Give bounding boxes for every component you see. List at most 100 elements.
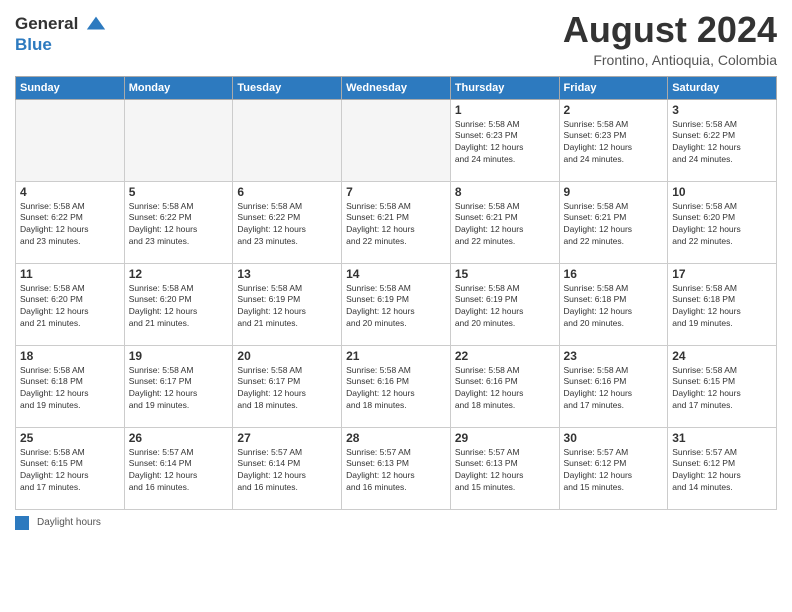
calendar-cell: 28 Sunrise: 5:57 AM Sunset: 6:13 PM Dayli… <box>342 427 451 509</box>
day-info: Sunrise: 5:58 AM Sunset: 6:16 PM Dayligh… <box>346 365 446 413</box>
calendar-cell: 10 Sunrise: 5:58 AM Sunset: 6:20 PM Dayli… <box>668 181 777 263</box>
day-info: Sunrise: 5:58 AM Sunset: 6:17 PM Dayligh… <box>129 365 229 413</box>
day-number: 10 <box>672 185 772 199</box>
calendar-cell: 21 Sunrise: 5:58 AM Sunset: 6:16 PM Dayli… <box>342 345 451 427</box>
week-row-5: 25 Sunrise: 5:58 AM Sunset: 6:15 PM Dayli… <box>16 427 777 509</box>
day-info: Sunrise: 5:58 AM Sunset: 6:20 PM Dayligh… <box>129 283 229 331</box>
day-number: 23 <box>564 349 664 363</box>
day-info: Sunrise: 5:58 AM Sunset: 6:16 PM Dayligh… <box>455 365 555 413</box>
day-header-sunday: Sunday <box>16 76 125 99</box>
day-info: Sunrise: 5:57 AM Sunset: 6:12 PM Dayligh… <box>672 447 772 495</box>
day-number: 4 <box>20 185 120 199</box>
day-number: 11 <box>20 267 120 281</box>
day-number: 21 <box>346 349 446 363</box>
day-info: Sunrise: 5:58 AM Sunset: 6:19 PM Dayligh… <box>346 283 446 331</box>
day-number: 13 <box>237 267 337 281</box>
title-area: August 2024 Frontino, Antioquia, Colombi… <box>563 10 777 68</box>
calendar-cell: 8 Sunrise: 5:58 AM Sunset: 6:21 PM Daylig… <box>450 181 559 263</box>
day-number: 26 <box>129 431 229 445</box>
day-info: Sunrise: 5:58 AM Sunset: 6:22 PM Dayligh… <box>20 201 120 249</box>
day-info: Sunrise: 5:58 AM Sunset: 6:20 PM Dayligh… <box>20 283 120 331</box>
day-info: Sunrise: 5:58 AM Sunset: 6:23 PM Dayligh… <box>564 119 664 167</box>
page: General Blue August 2024 Frontino, Antio… <box>0 0 792 612</box>
calendar-cell: 12Sunrise: 5:58 AM Sunset: 6:20 PM Dayli… <box>124 263 233 345</box>
day-number: 27 <box>237 431 337 445</box>
calendar-cell: 6 Sunrise: 5:58 AM Sunset: 6:22 PM Daylig… <box>233 181 342 263</box>
day-info: Sunrise: 5:58 AM Sunset: 6:18 PM Dayligh… <box>672 283 772 331</box>
calendar-cell <box>342 99 451 181</box>
day-info: Sunrise: 5:57 AM Sunset: 6:13 PM Dayligh… <box>346 447 446 495</box>
day-number: 24 <box>672 349 772 363</box>
day-number: 17 <box>672 267 772 281</box>
footer-bar: Daylight hours <box>15 516 777 530</box>
calendar-cell: 3Sunrise: 5:58 AM Sunset: 6:22 PM Daylig… <box>668 99 777 181</box>
day-number: 14 <box>346 267 446 281</box>
calendar-cell <box>16 99 125 181</box>
calendar-cell: 30 Sunrise: 5:57 AM Sunset: 6:12 PM Dayli… <box>559 427 668 509</box>
subtitle: Frontino, Antioquia, Colombia <box>563 52 777 68</box>
day-info: Sunrise: 5:58 AM Sunset: 6:18 PM Dayligh… <box>564 283 664 331</box>
day-info: Sunrise: 5:58 AM Sunset: 6:19 PM Dayligh… <box>237 283 337 331</box>
day-number: 8 <box>455 185 555 199</box>
day-header-tuesday: Tuesday <box>233 76 342 99</box>
day-number: 16 <box>564 267 664 281</box>
day-info: Sunrise: 5:58 AM Sunset: 6:23 PM Dayligh… <box>455 119 555 167</box>
day-info: Sunrise: 5:58 AM Sunset: 6:20 PM Dayligh… <box>672 201 772 249</box>
calendar-cell: 11 Sunrise: 5:58 AM Sunset: 6:20 PM Dayli… <box>16 263 125 345</box>
day-info: Sunrise: 5:58 AM Sunset: 6:21 PM Dayligh… <box>564 201 664 249</box>
day-number: 9 <box>564 185 664 199</box>
day-info: Sunrise: 5:58 AM Sunset: 6:15 PM Dayligh… <box>672 365 772 413</box>
calendar-cell: 2Sunrise: 5:58 AM Sunset: 6:23 PM Daylig… <box>559 99 668 181</box>
calendar-cell: 19Sunrise: 5:58 AM Sunset: 6:17 PM Dayli… <box>124 345 233 427</box>
month-title: August 2024 <box>563 10 777 50</box>
day-info: Sunrise: 5:57 AM Sunset: 6:14 PM Dayligh… <box>129 447 229 495</box>
calendar-cell <box>124 99 233 181</box>
header-area: General Blue August 2024 Frontino, Antio… <box>15 10 777 68</box>
day-number: 25 <box>20 431 120 445</box>
day-number: 29 <box>455 431 555 445</box>
day-number: 6 <box>237 185 337 199</box>
calendar-cell: 29 Sunrise: 5:57 AM Sunset: 6:13 PM Dayli… <box>450 427 559 509</box>
footer-label: Daylight hours <box>37 517 101 528</box>
day-info: Sunrise: 5:58 AM Sunset: 6:22 PM Dayligh… <box>129 201 229 249</box>
day-info: Sunrise: 5:58 AM Sunset: 6:21 PM Dayligh… <box>455 201 555 249</box>
day-header-friday: Friday <box>559 76 668 99</box>
day-info: Sunrise: 5:58 AM Sunset: 6:15 PM Dayligh… <box>20 447 120 495</box>
day-header-monday: Monday <box>124 76 233 99</box>
day-number: 28 <box>346 431 446 445</box>
calendar-cell: 7Sunrise: 5:58 AM Sunset: 6:21 PM Daylig… <box>342 181 451 263</box>
calendar-cell: 20Sunrise: 5:58 AM Sunset: 6:17 PM Dayli… <box>233 345 342 427</box>
calendar-cell: 13 Sunrise: 5:58 AM Sunset: 6:19 PM Dayli… <box>233 263 342 345</box>
calendar-cell: 14 Sunrise: 5:58 AM Sunset: 6:19 PM Dayli… <box>342 263 451 345</box>
day-info: Sunrise: 5:58 AM Sunset: 6:19 PM Dayligh… <box>455 283 555 331</box>
day-number: 30 <box>564 431 664 445</box>
day-number: 3 <box>672 103 772 117</box>
day-header-wednesday: Wednesday <box>342 76 451 99</box>
calendar-cell: 27Sunrise: 5:57 AM Sunset: 6:14 PM Dayli… <box>233 427 342 509</box>
logo-icon <box>85 13 107 35</box>
day-number: 5 <box>129 185 229 199</box>
week-row-1: 1 Sunrise: 5:58 AM Sunset: 6:23 PM Daylig… <box>16 99 777 181</box>
calendar-cell: 25 Sunrise: 5:58 AM Sunset: 6:15 PM Dayli… <box>16 427 125 509</box>
day-header-thursday: Thursday <box>450 76 559 99</box>
calendar-cell: 4 Sunrise: 5:58 AM Sunset: 6:22 PM Daylig… <box>16 181 125 263</box>
week-row-3: 11 Sunrise: 5:58 AM Sunset: 6:20 PM Dayli… <box>16 263 777 345</box>
calendar-cell: 15 Sunrise: 5:58 AM Sunset: 6:19 PM Dayli… <box>450 263 559 345</box>
week-row-4: 18Sunrise: 5:58 AM Sunset: 6:18 PM Dayli… <box>16 345 777 427</box>
day-number: 15 <box>455 267 555 281</box>
day-number: 1 <box>455 103 555 117</box>
calendar-cell: 22Sunrise: 5:58 AM Sunset: 6:16 PM Dayli… <box>450 345 559 427</box>
logo-text-blue: Blue <box>15 35 107 55</box>
day-number: 20 <box>237 349 337 363</box>
day-info: Sunrise: 5:58 AM Sunset: 6:18 PM Dayligh… <box>20 365 120 413</box>
day-info: Sunrise: 5:58 AM Sunset: 6:22 PM Dayligh… <box>237 201 337 249</box>
day-info: Sunrise: 5:57 AM Sunset: 6:12 PM Dayligh… <box>564 447 664 495</box>
day-info: Sunrise: 5:58 AM Sunset: 6:16 PM Dayligh… <box>564 365 664 413</box>
day-info: Sunrise: 5:57 AM Sunset: 6:13 PM Dayligh… <box>455 447 555 495</box>
calendar-cell: 17 Sunrise: 5:58 AM Sunset: 6:18 PM Dayli… <box>668 263 777 345</box>
day-number: 31 <box>672 431 772 445</box>
logo: General Blue <box>15 14 107 54</box>
calendar-cell: 26 Sunrise: 5:57 AM Sunset: 6:14 PM Dayli… <box>124 427 233 509</box>
calendar-cell: 9 Sunrise: 5:58 AM Sunset: 6:21 PM Daylig… <box>559 181 668 263</box>
week-row-2: 4 Sunrise: 5:58 AM Sunset: 6:22 PM Daylig… <box>16 181 777 263</box>
